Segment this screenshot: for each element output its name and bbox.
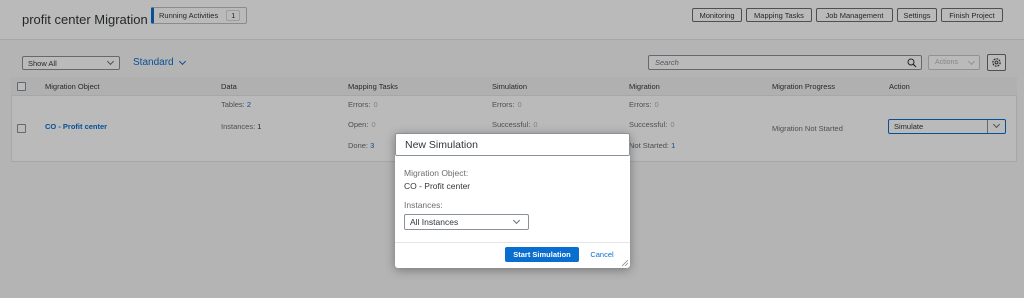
start-simulation-button[interactable]: Start Simulation xyxy=(505,247,579,262)
instances-select[interactable]: All Instances xyxy=(404,214,529,230)
new-simulation-dialog: New Simulation Migration Object: CO - Pr… xyxy=(395,133,630,268)
migration-object-label: Migration Object: xyxy=(404,168,469,178)
instances-label: Instances: xyxy=(404,200,443,210)
instances-select-value: All Instances xyxy=(410,217,459,227)
cancel-button[interactable]: Cancel xyxy=(585,247,619,262)
chevron-down-icon xyxy=(512,216,521,225)
resize-handle-icon[interactable] xyxy=(622,260,628,266)
migration-object-value: CO - Profit center xyxy=(404,181,471,191)
dialog-title: New Simulation xyxy=(395,133,630,156)
